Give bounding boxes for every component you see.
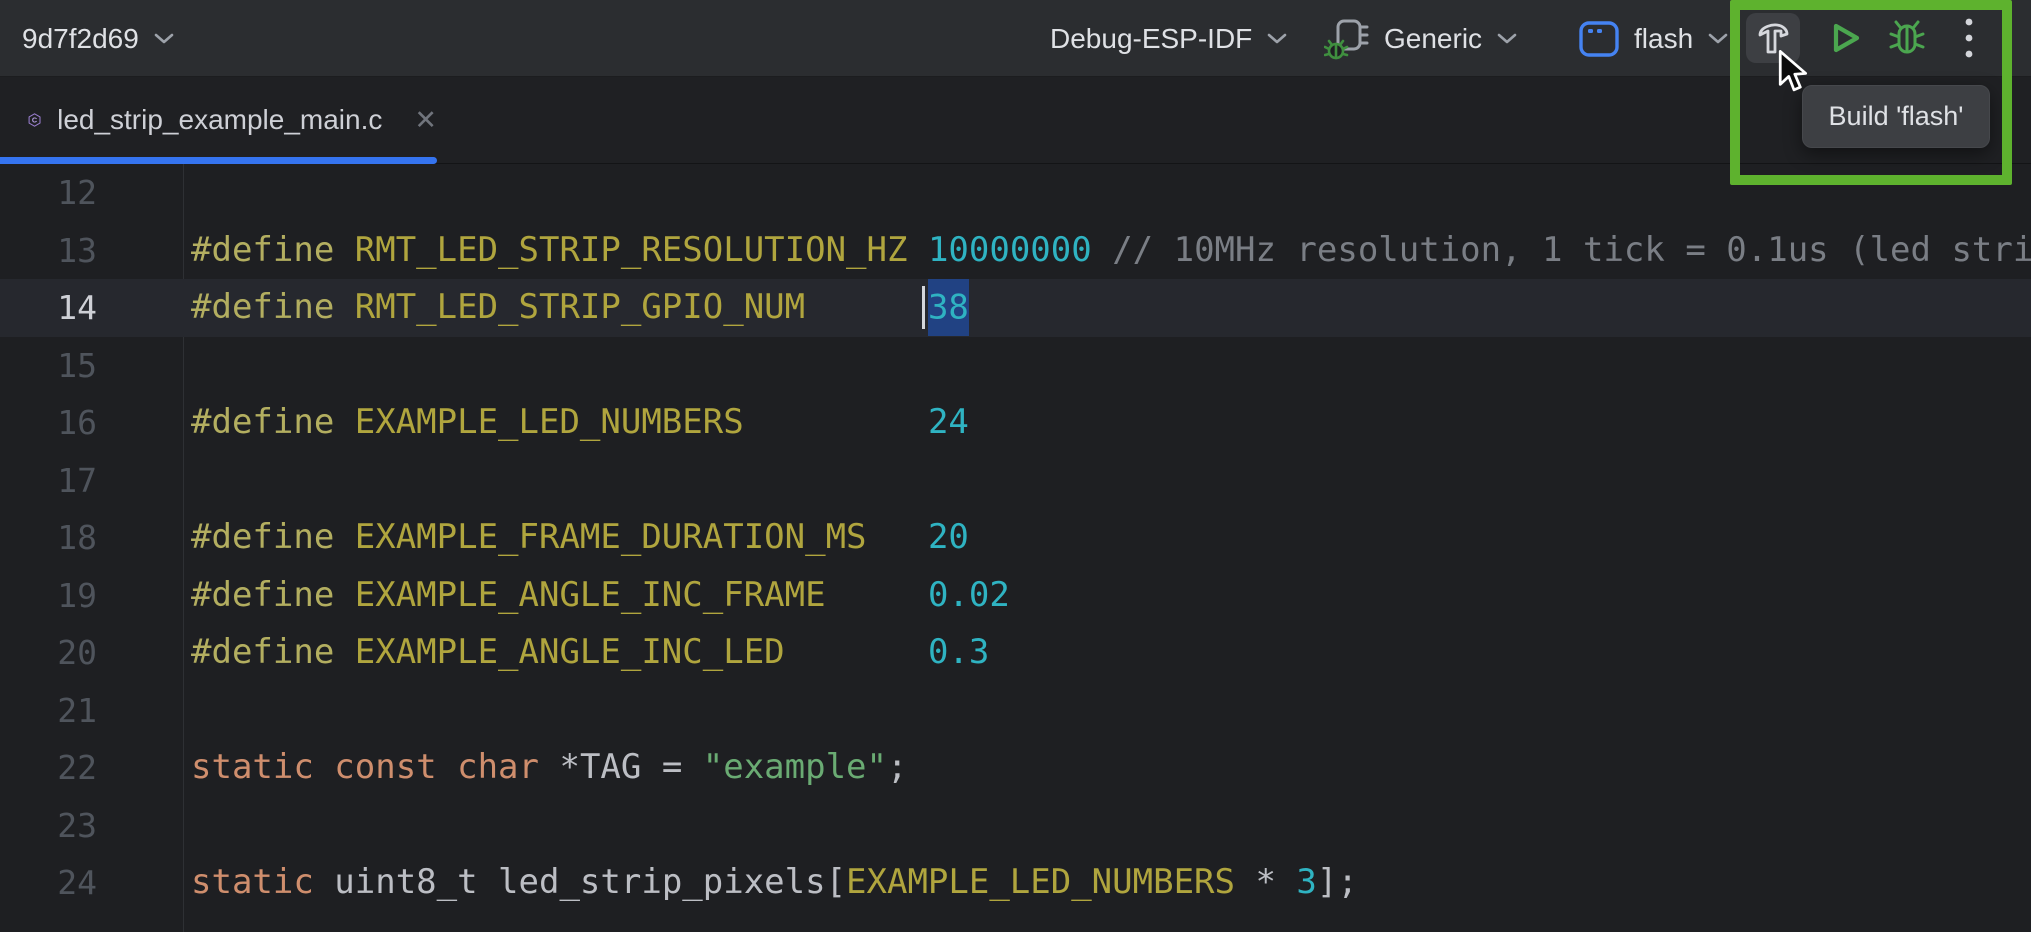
text-caret <box>922 286 925 329</box>
code-text: #define EXAMPLE_LED_NUMBERS 24 <box>183 394 969 452</box>
chevron-down-icon <box>1707 32 1729 45</box>
line-number: 15 <box>0 346 183 385</box>
chevron-down-icon <box>153 32 175 45</box>
line-number: 24 <box>0 863 183 902</box>
line-number: 23 <box>0 806 183 845</box>
run-button[interactable] <box>1818 13 1872 63</box>
debug-button[interactable] <box>1880 13 1934 63</box>
chevron-down-icon <box>1496 32 1518 45</box>
code-line-14: 14#define RMT_LED_STRIP_GPIO_NUM 38 <box>0 279 2031 337</box>
run-config-selector[interactable]: Debug-ESP-IDF <box>1050 0 1288 77</box>
code-text: #define RMT_LED_STRIP_RESOLUTION_HZ 1000… <box>183 222 2031 280</box>
code-line-19: 19#define EXAMPLE_ANGLE_INC_FRAME 0.02 <box>0 567 2031 625</box>
editor-tab-bar: C led_strip_example_main.c ✕ <box>0 77 2031 164</box>
code-line-20: 20#define EXAMPLE_ANGLE_INC_LED 0.3 <box>0 624 2031 682</box>
code-editor[interactable]: 12 13#define RMT_LED_STRIP_RESOLUTION_HZ … <box>0 164 2031 932</box>
code-line-17: 17 <box>0 452 2031 510</box>
target-selector[interactable]: Generic <box>1324 0 1518 77</box>
run-play-icon <box>1826 19 1864 57</box>
build-tooltip: Build 'flash' <box>1802 85 1990 148</box>
project-name: 9d7f2d69 <box>22 23 139 55</box>
project-selector[interactable]: 9d7f2d69 <box>22 0 175 77</box>
line-number: 20 <box>0 633 183 672</box>
close-icon[interactable]: ✕ <box>414 107 437 134</box>
flash-config-icon <box>1578 19 1620 59</box>
active-tab-indicator <box>0 157 437 164</box>
code-line-24: 24static uint8_t led_strip_pixels[EXAMPL… <box>0 854 2031 912</box>
code-line-22: 22static const char *TAG = "example"; <box>0 739 2031 797</box>
code-lines: 12 13#define RMT_LED_STRIP_RESOLUTION_HZ … <box>0 164 2031 912</box>
code-line-15: 15 <box>0 337 2031 395</box>
code-line-12: 12 <box>0 164 2031 222</box>
line-number: 18 <box>0 518 183 557</box>
line-number: 16 <box>0 403 183 442</box>
c-file-icon: C <box>28 101 41 139</box>
build-target-selector[interactable]: flash <box>1578 0 1729 77</box>
line-number: 22 <box>0 748 183 787</box>
debug-bug-icon <box>1886 17 1928 59</box>
code-line-13: 13#define RMT_LED_STRIP_RESOLUTION_HZ 10… <box>0 222 2031 280</box>
line-number: 14 <box>0 288 183 327</box>
code-line-21: 21 <box>0 682 2031 740</box>
line-number: 13 <box>0 231 183 270</box>
code-text: #define EXAMPLE_ANGLE_INC_LED 0.3 <box>183 624 989 682</box>
run-config-label: Debug-ESP-IDF <box>1050 23 1252 55</box>
svg-text:C: C <box>32 116 38 125</box>
code-text: static const char *TAG = "example"; <box>183 739 907 797</box>
code-line-18: 18#define EXAMPLE_FRAME_DURATION_MS 20 <box>0 509 2031 567</box>
code-line-23: 23 <box>0 797 2031 855</box>
build-target-label: flash <box>1634 23 1693 55</box>
line-number: 19 <box>0 576 183 615</box>
more-actions-button[interactable] <box>1942 13 1996 63</box>
ide-window: 9d7f2d69 Debug-ESP-IDF Generic <box>0 0 2031 932</box>
more-options-icon <box>1963 16 1975 60</box>
code-text: #define EXAMPLE_ANGLE_INC_FRAME 0.02 <box>183 567 1010 625</box>
chevron-down-icon <box>1266 32 1288 45</box>
code-text: #define RMT_LED_STRIP_GPIO_NUM 38 <box>183 279 969 337</box>
line-number: 17 <box>0 461 183 500</box>
target-label: Generic <box>1384 23 1482 55</box>
code-text: static uint8_t led_strip_pixels[EXAMPLE_… <box>183 854 1358 912</box>
main-toolbar: 9d7f2d69 Debug-ESP-IDF Generic <box>0 0 2031 77</box>
embedded-target-icon <box>1324 15 1370 63</box>
code-text: #define EXAMPLE_FRAME_DURATION_MS 20 <box>183 509 969 567</box>
code-line-16: 16#define EXAMPLE_LED_NUMBERS 24 <box>0 394 2031 452</box>
line-number: 21 <box>0 691 183 730</box>
tab-label: led_strip_example_main.c <box>57 104 382 136</box>
tab-led-strip-example-main[interactable]: C led_strip_example_main.c ✕ <box>0 77 437 163</box>
line-number: 12 <box>0 173 183 212</box>
mouse-cursor <box>1777 50 1811 94</box>
